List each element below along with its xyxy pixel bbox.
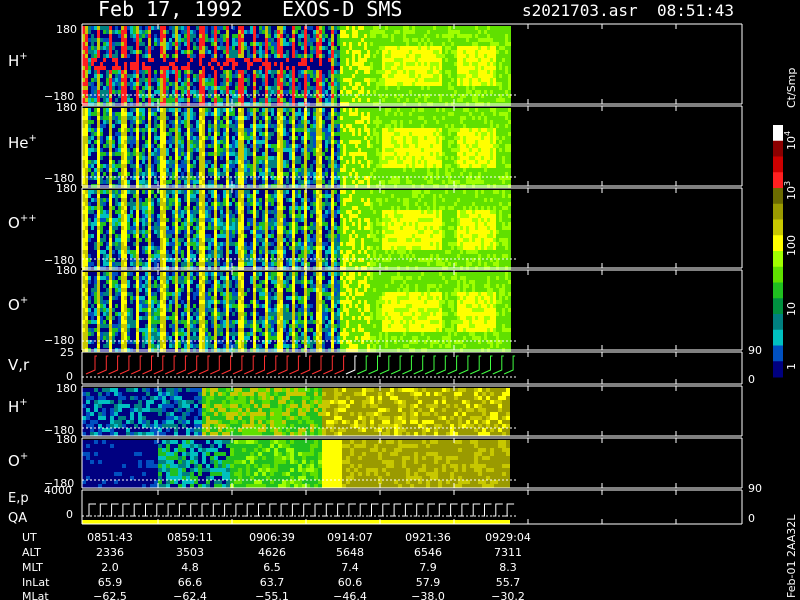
panel-frame — [81, 489, 743, 525]
ephem-cell: 55.7 — [496, 576, 521, 589]
ephem-cell: 4.8 — [181, 561, 199, 574]
spectrogram-panel — [82, 272, 516, 352]
ephem-cell: 0929:04 — [485, 531, 531, 544]
vr-right-bottom-label: 0 — [748, 373, 755, 386]
ephem-cell: 66.6 — [178, 576, 203, 589]
ephem-row-label: ALT — [22, 546, 41, 559]
colorbar-tick-10: 10 — [785, 302, 798, 316]
panel-label-h-plus: H+ — [8, 51, 28, 70]
spectrogram-panel — [82, 108, 516, 188]
panel-top-label: 180 — [56, 23, 77, 36]
colorbar-tick-1e4: 104 — [783, 131, 798, 150]
colorbar-swatch — [773, 156, 783, 173]
ephemeris-table: UT ALT MLT InLat MLat 0851:43 2336 2.0 65.9… — [22, 531, 531, 600]
ephem-cell: 65.9 — [98, 576, 123, 589]
ephem-cell: 0914:07 — [327, 531, 373, 544]
ephem-cell: 0859:11 — [167, 531, 213, 544]
ephem-cell: 6546 — [414, 546, 442, 559]
colorbar-swatch — [773, 188, 783, 205]
panel-top-label: 180 — [56, 433, 77, 446]
spectrogram-panel — [82, 190, 516, 270]
panel-label-o-plus: O+ — [8, 295, 28, 314]
panel-label-he-plus: He+ — [8, 133, 37, 152]
ephem-cell: −38.0 — [411, 590, 445, 600]
colorbar-swatch — [773, 172, 783, 189]
colorbar-swatch — [773, 251, 783, 268]
panel-top-label: 180 — [56, 101, 77, 114]
ephem-cell: 7311 — [494, 546, 522, 559]
ephem-cell: −55.1 — [255, 590, 289, 600]
header-time: 08:51:43 — [657, 1, 734, 20]
ep-top-label: 4000 — [44, 484, 72, 497]
colorbar-swatch — [773, 203, 783, 220]
colorbar-swatch — [773, 125, 783, 142]
vr-trace — [82, 355, 516, 378]
colorbar-swatch — [773, 235, 783, 252]
colorbar-swatch — [773, 345, 783, 362]
panel-top-label: 180 — [56, 264, 77, 277]
panel-top-label: 180 — [56, 382, 77, 395]
colorbar-swatch — [773, 282, 783, 299]
ephem-cell: 57.9 — [416, 576, 441, 589]
ep-right-top-label: 90 — [748, 482, 762, 495]
colorbar-swatch — [773, 266, 783, 283]
colorbar-swatch — [773, 298, 783, 315]
colorbar-swatch — [773, 361, 783, 378]
ephem-cell: 5648 — [336, 546, 364, 559]
ephem-row-label: MLT — [22, 561, 43, 574]
ephem-cell: 0851:43 — [87, 531, 133, 544]
colorbar-swatch — [773, 140, 783, 157]
spectrogram-panel — [82, 26, 516, 106]
ephem-cell: 0921:36 — [405, 531, 451, 544]
panel-label-qa: QA — [8, 511, 27, 526]
ephem-cell: −62.5 — [93, 590, 127, 600]
colorbar-ticks: 104 103 100 10 1 — [783, 131, 798, 370]
ephem-cell: 8.3 — [499, 561, 517, 574]
ephem-row-label: MLat — [22, 590, 49, 600]
vr-right-top-label: 90 — [748, 344, 762, 357]
sms-spectrogram: Feb 17, 1992 EXOS-D SMS s2021703.asr 08:… — [8, 0, 798, 600]
ephem-cell: 7.9 — [419, 561, 437, 574]
ephem-cell: 2.0 — [101, 561, 119, 574]
panel-label-ep: E,p — [8, 491, 29, 506]
header-date: Feb 17, 1992 — [98, 0, 243, 21]
plot-area — [81, 23, 743, 525]
ep-trace — [82, 503, 516, 524]
colorbar-tick-1: 1 — [785, 363, 798, 370]
spectrogram-panel-lower — [82, 440, 516, 488]
ephem-cell: 0906:39 — [249, 531, 295, 544]
ephem-cell: 7.4 — [341, 561, 359, 574]
ephem-cell: 4626 — [258, 546, 286, 559]
panel-label-o-plus-lower: O+ — [8, 451, 28, 470]
colorbar-tick-100: 100 — [785, 235, 798, 256]
ephem-row-label: InLat — [22, 576, 50, 589]
colorbar-tick-1e3: 103 — [783, 181, 798, 200]
spectrogram-panel-lower — [82, 388, 516, 436]
ephem-row-label: UT — [22, 531, 37, 544]
colorbar — [773, 125, 783, 378]
ep-bottom-label: 0 — [66, 508, 73, 521]
ephem-cell: 60.6 — [338, 576, 363, 589]
panel-label-vr: V,r — [8, 356, 30, 374]
ep-right-bottom-label: 0 — [748, 512, 755, 525]
header-file: s2021703.asr — [522, 1, 638, 20]
panel-frame — [81, 351, 743, 385]
ephem-cell: −30.2 — [491, 590, 525, 600]
colorbar-swatch — [773, 219, 783, 236]
panel-top-label: 180 — [56, 182, 77, 195]
ephem-cell: 6.5 — [263, 561, 281, 574]
panel-label-o-plusplus: O++ — [8, 213, 37, 232]
ephem-cell: 63.7 — [260, 576, 285, 589]
ephem-cell: −62.4 — [173, 590, 207, 600]
footer-id: Feb-01 2AA32L — [785, 514, 798, 598]
colorbar-unit: Ct/Smp — [785, 68, 798, 108]
ephem-cell: 3503 — [176, 546, 204, 559]
colorbar-swatch — [773, 329, 783, 346]
ephem-cell: 2336 — [96, 546, 124, 559]
colorbar-swatch — [773, 314, 783, 331]
ephem-cell: −46.4 — [333, 590, 367, 600]
panel-label-h-plus-lower: H+ — [8, 397, 28, 416]
header-instrument: EXOS-D SMS — [282, 0, 402, 21]
vr-top-label: 25 — [60, 346, 74, 359]
